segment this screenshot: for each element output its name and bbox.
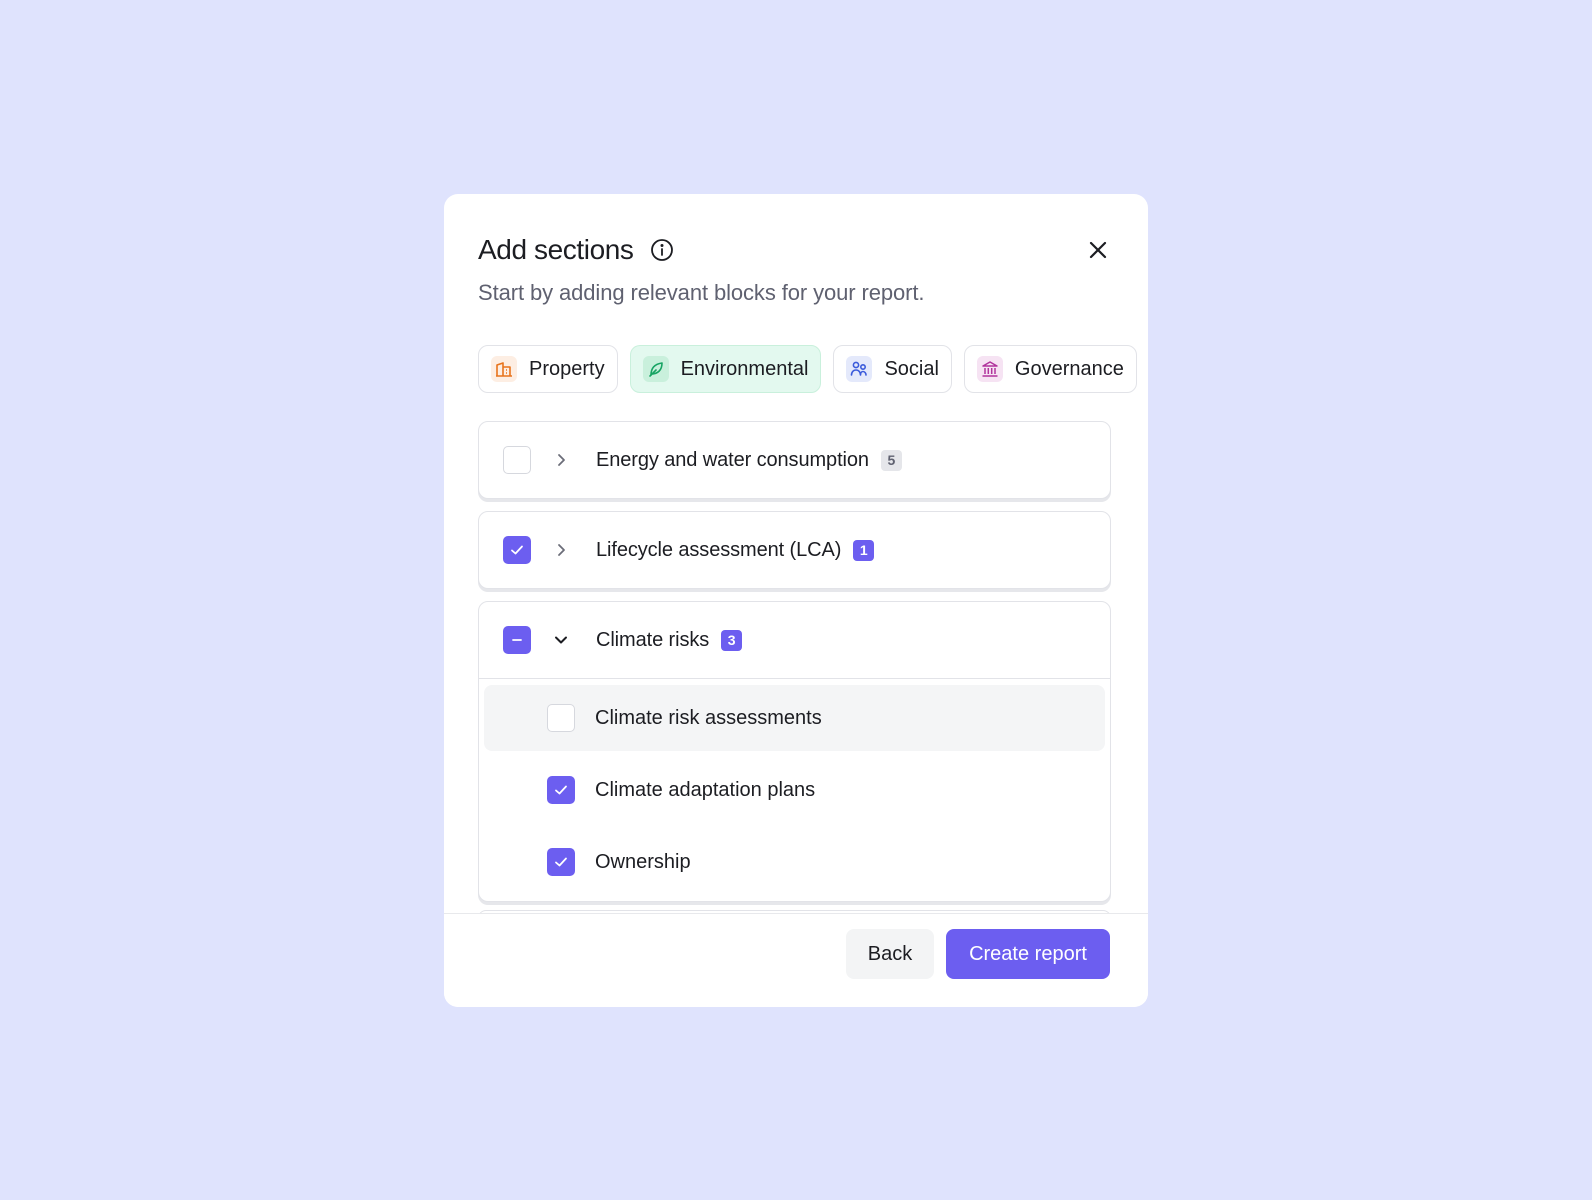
bank-icon (976, 356, 1003, 382)
section-row[interactable]: Energy and water consumption 5 (479, 422, 1110, 498)
subsection-row[interactable]: Ownership (484, 829, 1105, 895)
section-card-climate-risks: Climate risks 3 Climate risk assessments… (478, 601, 1111, 902)
dialog-title: Add sections (478, 234, 634, 265)
close-icon (1089, 241, 1107, 259)
dialog-header: Add sections (478, 228, 1114, 272)
chevron-right-icon[interactable] (547, 536, 575, 564)
dialog-subtitle: Start by adding relevant blocks for your… (478, 280, 925, 305)
count-badge: 1 (853, 539, 875, 561)
chevron-down-icon[interactable] (547, 626, 575, 654)
subsection-checkbox[interactable] (547, 704, 575, 732)
create-report-button[interactable]: Create report (946, 929, 1110, 979)
tab-property[interactable]: Property (478, 345, 618, 393)
tab-governance[interactable]: Governance (963, 345, 1137, 393)
leaf-icon (642, 356, 669, 382)
tab-label: Environmental (680, 357, 809, 380)
subsection-row[interactable]: Climate adaptation plans (484, 757, 1105, 823)
info-icon[interactable] (650, 238, 674, 262)
subsection-label: Climate risk assessments (595, 706, 822, 729)
check-icon (555, 857, 567, 867)
subsection-label: Ownership (595, 850, 691, 873)
back-button[interactable]: Back (846, 929, 934, 979)
count-badge: 3 (721, 629, 743, 651)
category-tabs: Property Environmental Social Governance (478, 345, 1137, 393)
tab-social[interactable]: Social (833, 345, 952, 393)
check-icon (555, 785, 567, 795)
check-icon (511, 545, 523, 555)
tab-environmental[interactable]: Environmental (629, 345, 822, 393)
subsection-label: Climate adaptation plans (595, 778, 816, 801)
add-sections-dialog: Add sections Start by adding relevant bl… (444, 194, 1148, 1007)
section-row[interactable]: Lifecycle assessment (LCA) 1 (479, 512, 1110, 588)
dialog-footer: Back Create report (444, 913, 1148, 1007)
section-label: Climate risks (596, 628, 710, 651)
section-checkbox[interactable] (503, 536, 531, 564)
tab-label: Governance (1014, 357, 1124, 380)
section-label: Energy and water consumption (596, 448, 869, 471)
section-checkbox[interactable] (503, 446, 531, 474)
subsection-checkbox[interactable] (547, 776, 575, 804)
subsection-row[interactable]: Climate risk assessments (484, 685, 1105, 751)
people-icon (846, 356, 873, 382)
section-checkbox[interactable] (503, 626, 531, 654)
section-row[interactable]: Climate risks 3 (479, 602, 1110, 678)
section-card-lca: Lifecycle assessment (LCA) 1 (478, 511, 1111, 589)
section-label: Lifecycle assessment (LCA) (596, 538, 842, 561)
count-badge: 5 (880, 449, 902, 471)
tab-label: Property (529, 357, 605, 380)
minus-icon (512, 639, 522, 641)
section-card-energy: Energy and water consumption 5 (478, 421, 1111, 499)
chevron-right-icon[interactable] (547, 446, 575, 474)
building-icon (491, 356, 517, 382)
subsection-checkbox[interactable] (547, 848, 575, 876)
close-button[interactable] (1082, 234, 1114, 266)
subsection-list: Climate risk assessments Climate adaptat… (479, 679, 1110, 901)
tab-label: Social (884, 357, 939, 380)
section-list: Energy and water consumption 5 Lifecycle… (478, 421, 1111, 914)
